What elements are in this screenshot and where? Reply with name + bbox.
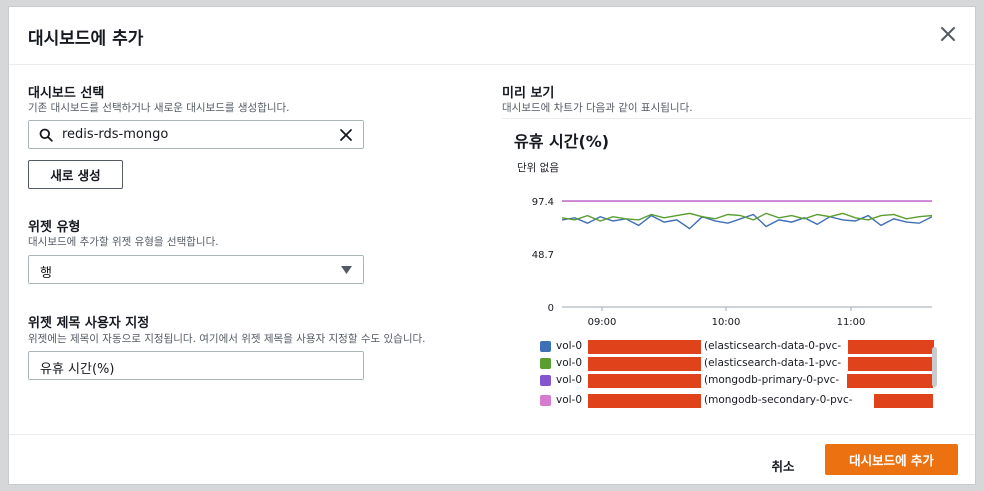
widget-type-label: 위젯 유형: [28, 220, 81, 235]
widget-title-input[interactable]: 유휴 시간(%): [28, 351, 364, 380]
legend-volume-prefix: vol-0: [556, 374, 583, 386]
legend-volume-prefix: vol-0: [556, 340, 583, 352]
x-tick-label: 09:00: [588, 317, 617, 327]
widget-title-label: 위젯 제목 사용자 지정: [28, 316, 150, 331]
dashboard-search-value: redis-rds-mongo: [62, 127, 169, 142]
x-tick-label: 10:00: [712, 317, 741, 327]
widget-type-select[interactable]: 행: [28, 255, 364, 284]
redaction-block: [847, 374, 933, 388]
x-tick-label: 11:00: [837, 317, 866, 327]
dashboard-search-input[interactable]: redis-rds-mongo: [28, 120, 364, 149]
idle-time-chart: 97.4 48.7 0 09:00 10:00 11:00: [532, 197, 932, 327]
caret-down-icon: [341, 266, 352, 274]
y-tick-label: 48.7: [532, 250, 554, 261]
search-icon: [39, 128, 53, 142]
chart-title: 유휴 시간(%): [514, 132, 610, 151]
legend-series-name: (elasticsearch-data-0-pvc-: [704, 340, 842, 352]
y-tick-label: 97.4: [532, 197, 554, 208]
preview-description: 대시보드에 차트가 다음과 같이 표시됩니다.: [502, 102, 693, 114]
legend-series-name: (elasticsearch-data-1-pvc-: [704, 357, 842, 369]
dashboard-select-label: 대시보드 선택: [28, 86, 105, 101]
redaction-block: [848, 357, 934, 371]
add-to-dashboard-dialog: 대시보드에 추가 대시보드 선택 기존 대시보드를 선택하거나 새로운 대시보드…: [8, 6, 976, 485]
redaction-block: [874, 394, 933, 408]
create-new-dashboard-button[interactable]: 새로 생성: [28, 160, 123, 189]
legend-item[interactable]: vol-0 (elasticsearch-data-0-pvc-: [540, 340, 934, 354]
legend-item[interactable]: vol-0 (mongodb-primary-0-pvc-: [540, 374, 933, 388]
redaction-block: [588, 394, 701, 408]
legend-volume-prefix: vol-0: [556, 394, 583, 406]
legend-series-name: (mongodb-primary-0-pvc-: [704, 374, 840, 386]
legend-swatch: [540, 375, 551, 386]
add-to-dashboard-button[interactable]: 대시보드에 추가: [825, 444, 958, 475]
widget-title-value: 유휴 시간(%): [40, 362, 115, 377]
widget-title-description: 위젯에는 제목이 자동으로 지정됩니다. 여기에서 위젯 제목을 사용자 지정할…: [28, 333, 426, 345]
widget-type-description: 대시보드에 추가할 위젯 유형을 선택합니다.: [28, 236, 219, 248]
legend-series-name: (mongodb-secondary-0-pvc-: [704, 394, 853, 406]
dashboard-select-description: 기존 대시보드를 선택하거나 새로운 대시보드를 생성합니다.: [28, 102, 290, 114]
redaction-block: [848, 340, 934, 354]
close-icon[interactable]: [939, 25, 957, 43]
preview-divider: [502, 118, 972, 119]
dialog-title: 대시보드에 추가: [28, 29, 144, 49]
legend-volume-prefix: vol-0: [556, 357, 583, 369]
dialog-header: 대시보드에 추가: [9, 7, 975, 65]
preview-label: 미리 보기: [502, 86, 555, 101]
redaction-block: [588, 357, 701, 371]
cancel-button[interactable]: 취소: [757, 450, 809, 480]
clear-icon[interactable]: [339, 128, 353, 142]
chart-y-unit: 단위 없음: [517, 162, 559, 174]
y-tick-label: 0: [548, 303, 554, 314]
legend-swatch: [540, 341, 551, 352]
legend-scrollbar[interactable]: [932, 347, 937, 387]
legend-item[interactable]: vol-0 (mongodb-secondary-0-pvc-: [540, 394, 933, 408]
legend-swatch: [540, 358, 551, 369]
legend-item[interactable]: vol-0 (elasticsearch-data-1-pvc-: [540, 357, 934, 371]
widget-type-value: 행: [40, 266, 52, 281]
redaction-block: [588, 374, 701, 388]
redaction-block: [588, 340, 701, 354]
legend-swatch: [540, 395, 551, 406]
